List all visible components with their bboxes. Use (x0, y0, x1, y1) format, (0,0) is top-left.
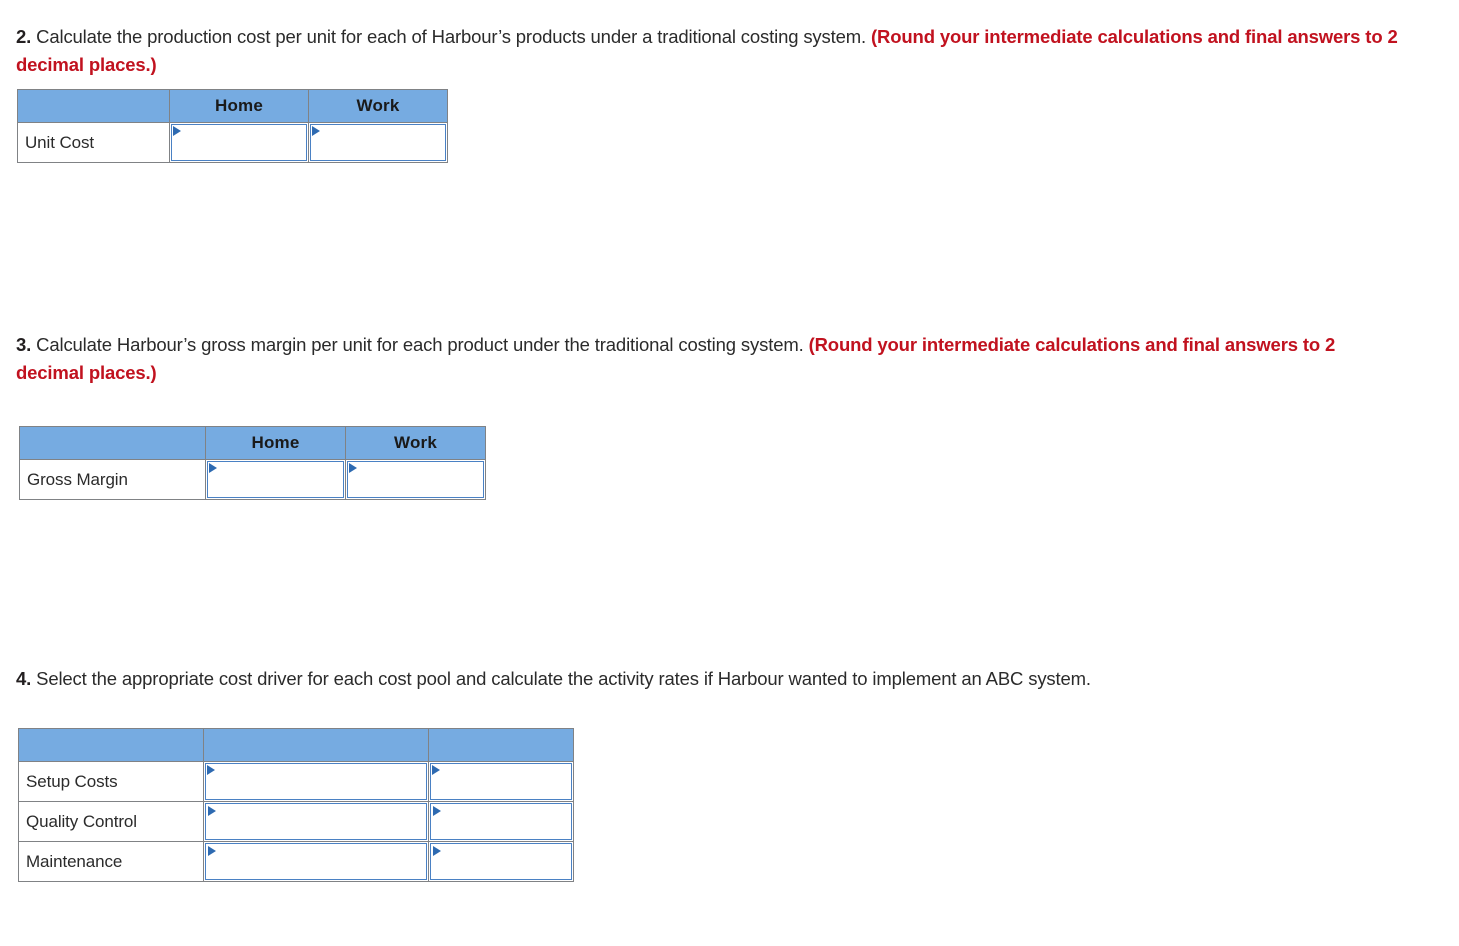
dropdown-triangle-icon (433, 846, 441, 856)
input-box[interactable] (430, 763, 572, 800)
table-header-row: Home Work (19, 426, 486, 460)
table-row: Gross Margin (19, 459, 486, 500)
header-cell-home: Home (169, 89, 309, 123)
table-header-row: Home Work (17, 89, 448, 123)
input-cell-quality-control-rate[interactable] (428, 801, 574, 842)
row-label-maintenance: Maintenance (18, 841, 204, 882)
question-2-text: 2. Calculate the production cost per uni… (16, 23, 1436, 79)
input-cell-maintenance-driver[interactable] (203, 841, 429, 882)
input-cell-maintenance-rate[interactable] (428, 841, 574, 882)
row-label-quality-control: Quality Control (18, 801, 204, 842)
header-cell-work: Work (345, 426, 486, 460)
table-row: Maintenance (18, 841, 574, 882)
dropdown-triangle-icon (349, 463, 357, 473)
input-cell-unit-cost-home[interactable] (169, 122, 309, 163)
gross-margin-table: Home Work Gross Margin (19, 426, 486, 500)
table-row: Quality Control (18, 801, 574, 842)
input-box[interactable] (430, 803, 572, 840)
header-cell-blank (17, 89, 170, 123)
row-label-gross-margin: Gross Margin (19, 459, 206, 500)
row-label-unit-cost: Unit Cost (17, 122, 170, 163)
header-cell-work: Work (308, 89, 448, 123)
input-cell-unit-cost-work[interactable] (308, 122, 448, 163)
dropdown-triangle-icon (432, 765, 440, 775)
table-row: Setup Costs (18, 761, 574, 802)
input-cell-setup-costs-driver[interactable] (203, 761, 429, 802)
input-cell-setup-costs-rate[interactable] (428, 761, 574, 802)
question-4-number: 4. (16, 668, 32, 689)
dropdown-triangle-icon (207, 765, 215, 775)
activity-rates-table: Setup Costs Quality Control Maintenance (18, 728, 574, 882)
question-3-body: Calculate Harbour’s gross margin per uni… (31, 334, 809, 355)
input-box[interactable] (171, 124, 307, 161)
table-row: Unit Cost (17, 122, 448, 163)
input-box[interactable] (347, 461, 484, 498)
input-cell-gross-margin-home[interactable] (205, 459, 346, 500)
table-header-row (18, 728, 574, 762)
dropdown-triangle-icon (208, 806, 216, 816)
input-box[interactable] (205, 763, 427, 800)
question-2-body: Calculate the production cost per unit f… (31, 26, 872, 47)
dropdown-triangle-icon (209, 463, 217, 473)
input-box[interactable] (430, 843, 572, 880)
row-label-setup-costs: Setup Costs (18, 761, 204, 802)
header-cell-blank-1 (18, 728, 204, 762)
input-box[interactable] (310, 124, 446, 161)
dropdown-triangle-icon (173, 126, 181, 136)
question-4-text: 4. Select the appropriate cost driver fo… (16, 665, 1446, 693)
input-box[interactable] (205, 843, 427, 880)
header-cell-blank-2 (203, 728, 429, 762)
question-3-number: 3. (16, 334, 32, 355)
question-3-text: 3. Calculate Harbour’s gross margin per … (16, 331, 1356, 387)
dropdown-triangle-icon (433, 806, 441, 816)
dropdown-triangle-icon (312, 126, 320, 136)
header-cell-blank (19, 426, 206, 460)
question-4-body: Select the appropriate cost driver for e… (31, 668, 1091, 689)
unit-cost-table: Home Work Unit Cost (17, 89, 448, 163)
header-cell-home: Home (205, 426, 346, 460)
question-2-number: 2. (16, 26, 32, 47)
input-cell-gross-margin-work[interactable] (345, 459, 486, 500)
header-cell-blank-3 (428, 728, 574, 762)
input-box[interactable] (205, 803, 427, 840)
input-box[interactable] (207, 461, 344, 498)
dropdown-triangle-icon (208, 846, 216, 856)
input-cell-quality-control-driver[interactable] (203, 801, 429, 842)
